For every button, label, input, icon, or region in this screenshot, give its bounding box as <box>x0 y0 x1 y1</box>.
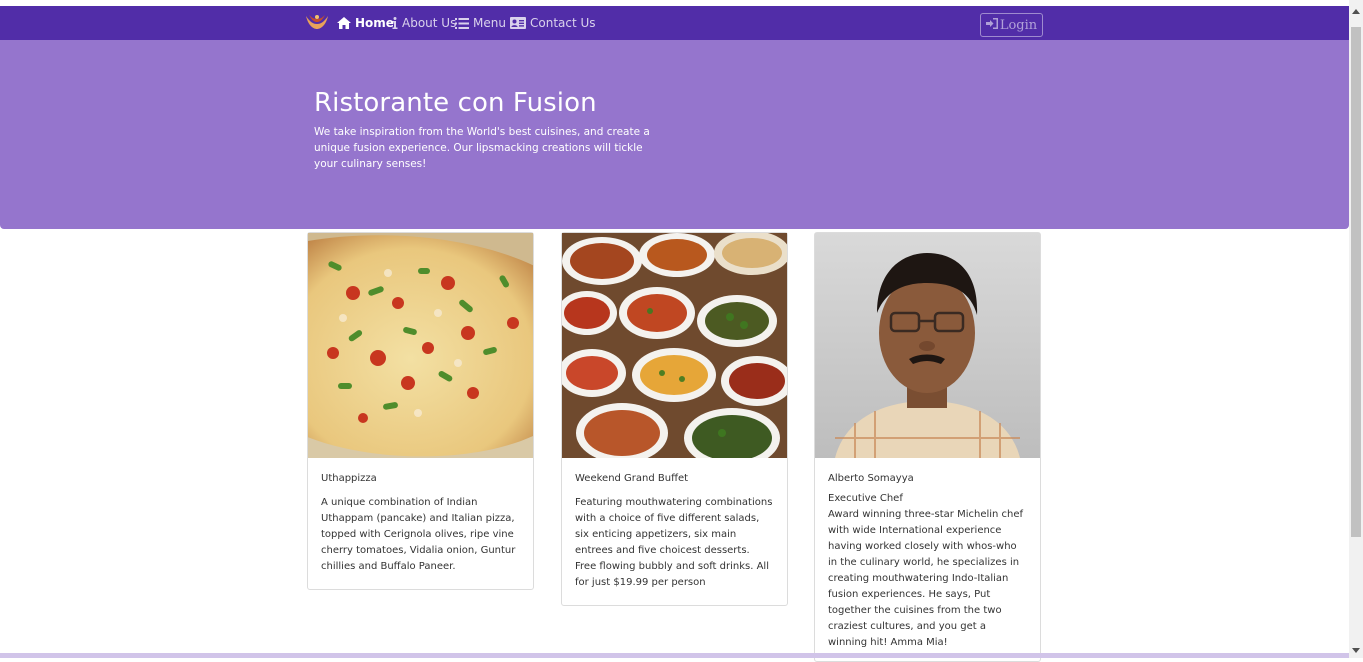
card-text: A unique combination of Indian Uthappam … <box>321 497 516 572</box>
vertical-scrollbar[interactable] <box>1349 0 1363 658</box>
buffet-photo <box>562 233 787 458</box>
logo-icon[interactable] <box>304 11 330 33</box>
sign-in-icon <box>985 17 998 33</box>
chef-photo <box>815 233 1040 458</box>
nav-menu-label: Menu <box>473 16 506 30</box>
card-title: Uthappizza <box>321 473 377 484</box>
pizza-photo <box>308 233 533 458</box>
page-title: Ristorante con Fusion <box>314 88 597 118</box>
address-card-icon <box>510 17 526 29</box>
card-title: Alberto Somayya <box>828 473 914 484</box>
card-chef: Alberto Somayya Executive Chef Award win… <box>814 232 1041 662</box>
jumbotron: Ristorante con Fusion We take inspiratio… <box>0 40 1349 229</box>
scroll-down-icon[interactable] <box>1352 648 1360 653</box>
login-label: Login <box>999 17 1038 33</box>
card-text: Featuring mouthwatering combinations wit… <box>575 497 773 588</box>
nav-about[interactable]: About Us <box>392 6 456 40</box>
card-text: Award winning three-star Michelin chef w… <box>828 509 1024 648</box>
jumbotron-text: We take inspiration from the World's bes… <box>314 126 650 170</box>
footer-band <box>0 653 1349 658</box>
card-subtitle: Executive Chef <box>828 493 903 504</box>
navbar: Home About Us Menu Contact Us Login <box>0 6 1349 40</box>
nav-about-label: About Us <box>402 16 457 30</box>
card-buffet: Weekend Grand Buffet Featuring mouthwate… <box>561 232 788 606</box>
scroll-up-icon[interactable] <box>1352 9 1360 14</box>
card-uthappizza: Uthappizza A unique combination of India… <box>307 232 534 590</box>
nav-home-label: Home <box>355 16 394 30</box>
card-title: Weekend Grand Buffet <box>575 473 689 484</box>
info-icon <box>392 17 398 29</box>
scroll-thumb[interactable] <box>1351 27 1361 537</box>
list-icon <box>455 17 469 29</box>
nav-home[interactable]: Home <box>337 6 394 40</box>
login-button[interactable]: Login <box>980 13 1043 37</box>
nav-menu[interactable]: Menu <box>455 6 506 40</box>
home-icon <box>337 17 351 29</box>
nav-contact[interactable]: Contact Us <box>510 6 596 40</box>
nav-contact-label: Contact Us <box>530 16 596 30</box>
